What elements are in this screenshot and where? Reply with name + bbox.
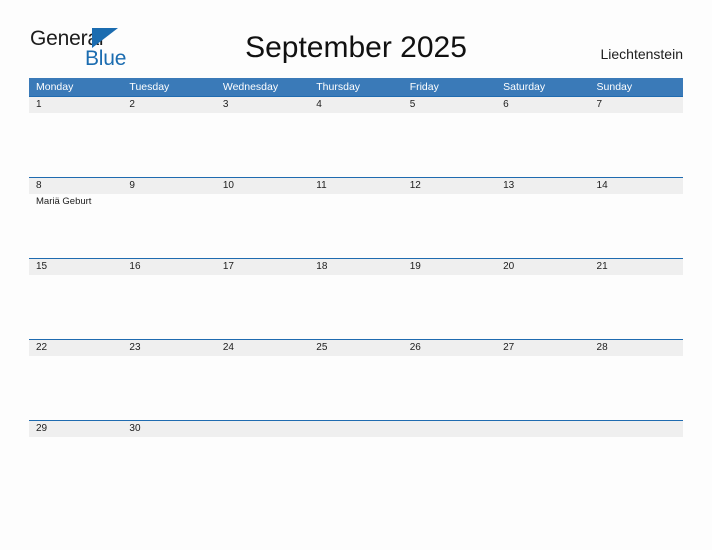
day-number[interactable]: 25 bbox=[309, 340, 402, 356]
day-number[interactable]: 4 bbox=[309, 97, 402, 113]
day-number[interactable]: 18 bbox=[309, 259, 402, 275]
day-number[interactable]: 7 bbox=[590, 97, 683, 113]
day-cell bbox=[122, 275, 215, 277]
day-cell bbox=[496, 113, 589, 115]
day-number[interactable]: 26 bbox=[403, 340, 496, 356]
page-header: General Blue September 2025 Liechtenstei… bbox=[0, 0, 712, 78]
day-cell bbox=[309, 113, 402, 115]
day-number[interactable]: 22 bbox=[29, 340, 122, 356]
day-events-band bbox=[29, 113, 683, 115]
day-number-empty bbox=[216, 421, 309, 437]
week-row: 15 16 17 18 19 20 21 bbox=[29, 258, 683, 339]
week-row: 1234567 bbox=[29, 96, 683, 177]
day-events-band bbox=[29, 275, 683, 277]
day-cell bbox=[590, 275, 683, 277]
week-row: 29 30 bbox=[29, 420, 683, 501]
day-number[interactable]: 20 bbox=[496, 259, 589, 275]
day-number[interactable]: 6 bbox=[496, 97, 589, 113]
day-cell bbox=[216, 437, 309, 439]
day-cell bbox=[403, 437, 496, 439]
region-label: Liechtenstein bbox=[600, 46, 683, 62]
day-cell bbox=[122, 113, 215, 115]
day-number[interactable]: 16 bbox=[122, 259, 215, 275]
weekday-header-monday: Monday bbox=[36, 81, 74, 93]
day-cell bbox=[403, 356, 496, 358]
day-number-band: 22 23 24 25 26 27 28 bbox=[29, 340, 683, 356]
day-cell bbox=[309, 275, 402, 277]
day-number[interactable]: 30 bbox=[122, 421, 215, 437]
weekday-header-sunday: Sunday bbox=[596, 81, 633, 93]
day-number[interactable]: 13 bbox=[496, 178, 589, 194]
day-number[interactable]: 27 bbox=[496, 340, 589, 356]
day-cell bbox=[590, 356, 683, 358]
day-cell bbox=[29, 356, 122, 358]
day-number[interactable]: 3 bbox=[216, 97, 309, 113]
day-number-empty bbox=[496, 421, 589, 437]
day-number[interactable]: 12 bbox=[403, 178, 496, 194]
day-cell bbox=[496, 275, 589, 277]
day-cell bbox=[122, 437, 215, 439]
day-number[interactable]: 24 bbox=[216, 340, 309, 356]
day-cell bbox=[29, 437, 122, 439]
day-number[interactable]: 1 bbox=[29, 97, 122, 113]
day-number-empty bbox=[309, 421, 402, 437]
day-number[interactable]: 11 bbox=[309, 178, 402, 194]
day-cell bbox=[496, 356, 589, 358]
day-number[interactable]: 19 bbox=[403, 259, 496, 275]
day-cell bbox=[122, 356, 215, 358]
day-events-band bbox=[29, 356, 683, 358]
day-cell bbox=[403, 275, 496, 277]
day-number[interactable]: 5 bbox=[403, 97, 496, 113]
day-cell bbox=[216, 356, 309, 358]
weekday-header-saturday: Saturday bbox=[503, 81, 546, 93]
day-number[interactable]: 15 bbox=[29, 259, 122, 275]
day-number[interactable]: 2 bbox=[122, 97, 215, 113]
holiday-event: Mariä Geburt bbox=[36, 196, 92, 207]
week-row: 8 9 10 11 12 13 14 Mariä Geburt bbox=[29, 177, 683, 258]
day-number[interactable]: 9 bbox=[122, 178, 215, 194]
weeks-container: 1 2 3 4 5 6 7 8 9 10 11 12 13 14 Mariä Geburt 15 16 17 18 1… bbox=[29, 96, 683, 501]
day-cell bbox=[309, 356, 402, 358]
weekday-header-friday: Friday bbox=[409, 81, 439, 93]
weekday-header-wednesday: Wednesday bbox=[222, 81, 279, 93]
day-cell bbox=[590, 437, 683, 439]
day-cell bbox=[496, 194, 589, 208]
day-cell: Mariä Geburt bbox=[29, 194, 122, 208]
day-number[interactable]: 28 bbox=[590, 340, 683, 356]
day-number-band: 29 30 bbox=[29, 421, 683, 437]
weekday-header-row: Monday Tuesday Wednesday Thursday Friday Satu… bbox=[29, 78, 683, 96]
day-cell bbox=[403, 194, 496, 208]
day-events-band bbox=[29, 437, 683, 439]
day-number[interactable]: 17 bbox=[216, 259, 309, 275]
weekday-header-tuesday: Tuesday bbox=[129, 81, 170, 93]
day-number[interactable]: 23 bbox=[122, 340, 215, 356]
calendar-grid: Monday Tuesday Wednesday Thursday Friday Satu… bbox=[29, 78, 683, 501]
day-cell bbox=[216, 194, 309, 208]
day-cell bbox=[496, 437, 589, 439]
day-number-band: 1234567 bbox=[29, 97, 683, 113]
week-row: 22 23 24 25 26 27 28 bbox=[29, 339, 683, 420]
day-cell bbox=[590, 194, 683, 208]
day-number-band: 15 16 17 18 19 20 21 bbox=[29, 259, 683, 275]
day-cell bbox=[403, 113, 496, 115]
day-events-band: Mariä Geburt bbox=[29, 194, 683, 208]
day-cell bbox=[216, 275, 309, 277]
day-number-empty bbox=[590, 421, 683, 437]
day-number[interactable]: 10 bbox=[216, 178, 309, 194]
day-number-empty bbox=[403, 421, 496, 437]
day-cell bbox=[29, 275, 122, 277]
day-number-band: 8 9 10 11 12 13 14 bbox=[29, 178, 683, 194]
day-cell bbox=[590, 113, 683, 115]
day-number[interactable]: 14 bbox=[590, 178, 683, 194]
day-number[interactable]: 8 bbox=[29, 178, 122, 194]
day-cell bbox=[216, 113, 309, 115]
day-number[interactable]: 21 bbox=[590, 259, 683, 275]
day-cell bbox=[309, 437, 402, 439]
day-cell bbox=[122, 194, 215, 208]
day-cell bbox=[309, 194, 402, 208]
day-cell bbox=[29, 113, 122, 115]
weekday-header-thursday: Thursday bbox=[316, 81, 361, 93]
day-number[interactable]: 29 bbox=[29, 421, 122, 437]
